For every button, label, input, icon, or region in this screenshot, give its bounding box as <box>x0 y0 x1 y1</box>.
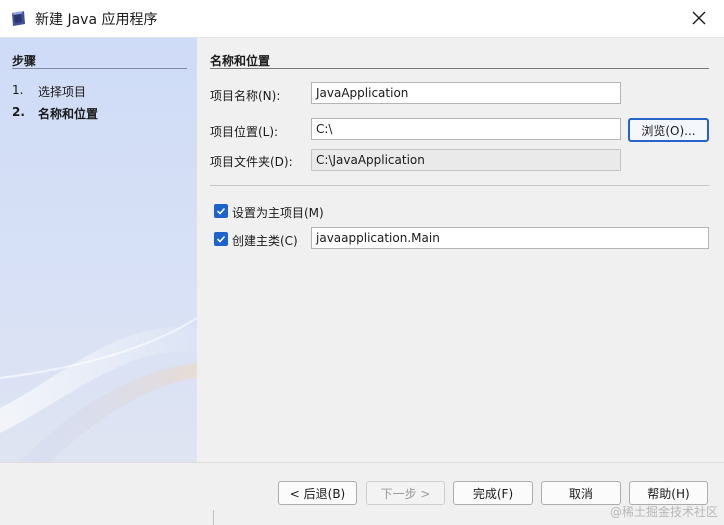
step-label: 选择项目 <box>38 85 87 99</box>
next-button[interactable]: 下一步 > <box>366 481 445 505</box>
main-class-input[interactable]: javaapplication.Main <box>311 227 709 249</box>
step-number: 2. <box>12 105 25 119</box>
project-folder-field: C:\JavaApplication <box>311 149 621 171</box>
netbeans-app-icon <box>12 11 25 26</box>
browse-button[interactable]: 浏览(O)... <box>628 118 709 142</box>
steps-heading: 步骤 <box>12 54 37 68</box>
window-title: 新建 Java 应用程序 <box>35 12 158 28</box>
wizard-content: 名称和位置 项目名称(N): JavaApplication 项目位置(L): … <box>198 38 724 462</box>
project-location-input[interactable]: C:\ <box>311 118 621 140</box>
watermark: @稀土掘金技术社区 <box>609 505 718 519</box>
create-main-class-checkbox[interactable] <box>214 232 228 246</box>
help-button[interactable]: 帮助(H) <box>629 481 708 505</box>
close-button[interactable] <box>684 3 714 33</box>
finish-button[interactable]: 完成(F) <box>453 481 533 505</box>
step-item-2: 2. 名称和位置 <box>12 105 98 122</box>
window-edge <box>213 510 214 525</box>
title-bar: 新建 Java 应用程序 <box>0 0 724 38</box>
footer-divider <box>0 462 724 463</box>
step-label: 名称和位置 <box>38 107 99 121</box>
project-location-label: 项目位置(L): <box>210 125 279 139</box>
checkmark-icon <box>216 235 226 243</box>
step-item-1: 1. 选择项目 <box>12 83 86 100</box>
project-name-label: 项目名称(N): <box>210 89 281 103</box>
set-main-project-label[interactable]: 设置为主项目(M) <box>232 204 324 221</box>
step-number: 1. <box>12 83 24 97</box>
project-name-input[interactable]: JavaApplication <box>311 82 621 104</box>
close-icon <box>692 11 706 25</box>
back-button[interactable]: < 后退(B) <box>278 481 357 505</box>
sidebar-decoration <box>0 317 197 462</box>
checkmark-icon <box>216 207 226 215</box>
options-divider <box>210 185 709 186</box>
create-main-class-label[interactable]: 创建主类(C) <box>232 232 298 249</box>
section-divider <box>210 68 709 69</box>
steps-sidebar: 步骤 1. 选择项目 2. 名称和位置 <box>0 38 197 462</box>
project-folder-label: 项目文件夹(D): <box>210 155 293 169</box>
cancel-button[interactable]: 取消 <box>541 481 621 505</box>
section-heading: 名称和位置 <box>210 54 271 68</box>
set-main-project-checkbox[interactable] <box>214 204 228 218</box>
steps-divider <box>12 68 187 69</box>
